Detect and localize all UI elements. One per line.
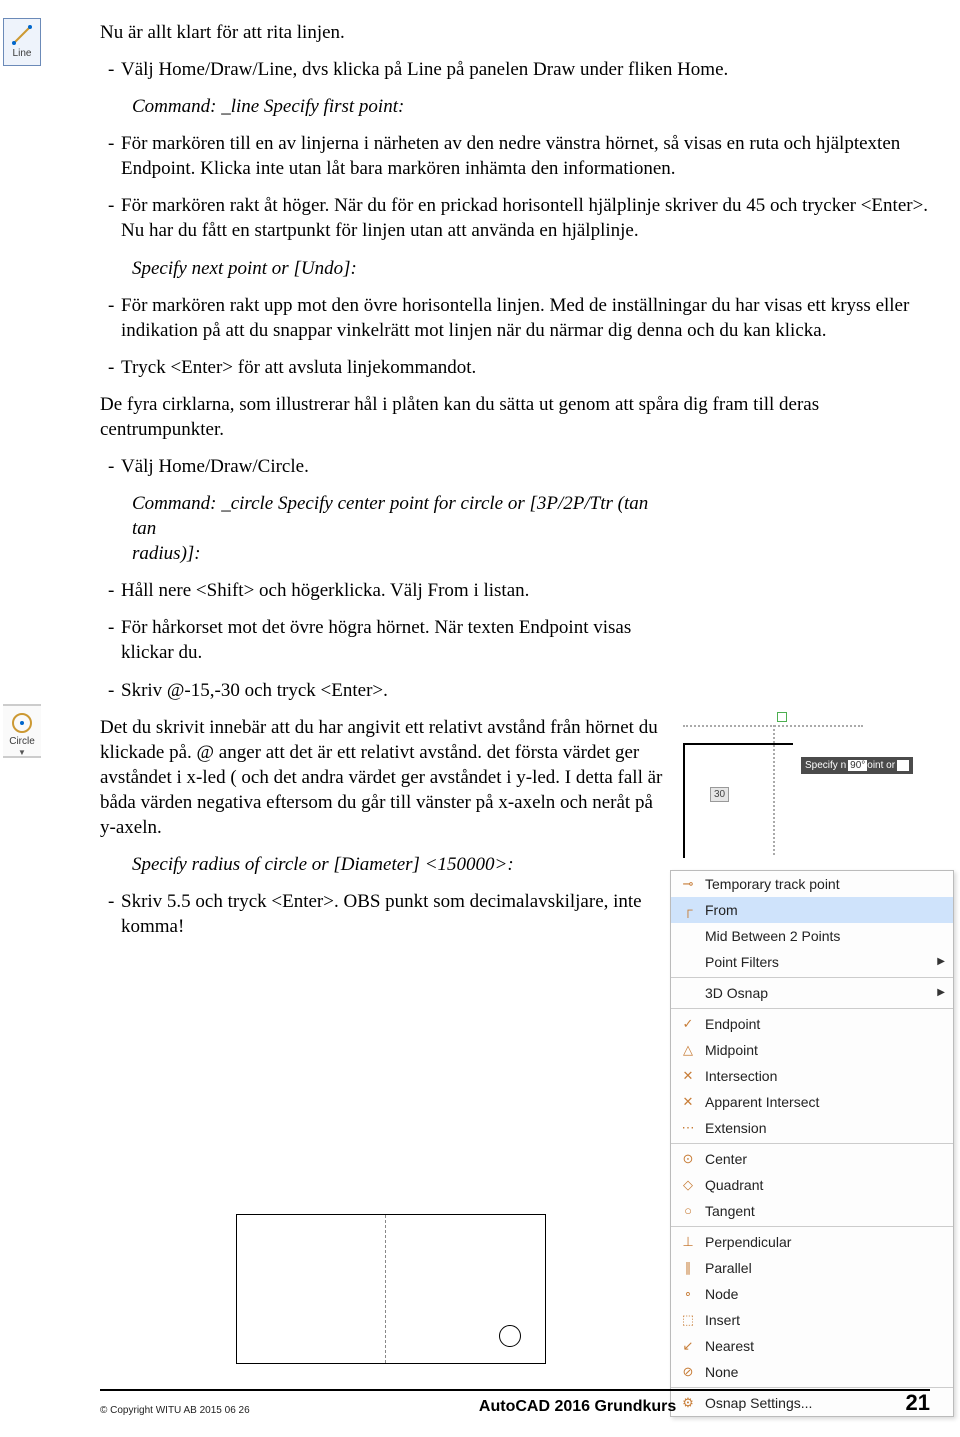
doc-title: AutoCAD 2016 Grundkurs [479,1396,676,1417]
menu-item-label: Apparent Intersect [699,1093,945,1111]
menu-item-extension[interactable]: ⋯Extension [671,1115,953,1141]
command-text: Specify next point or [Undo]: [100,256,930,281]
menu-item-nearest[interactable]: ↙Nearest [671,1333,953,1359]
body-text: Skriv @-15,-30 och tryck <Enter>. [100,678,670,703]
drawing-figure-bottom [236,1214,546,1364]
body-text: Det du skrivit innebär att du har angivi… [100,715,670,840]
circle-icon [10,711,34,735]
menu-item-label: 3D Osnap [699,984,937,1002]
body-text: Håll nere <Shift> och högerklicka. Välj … [100,578,670,603]
submenu-arrow-icon: ▶ [937,955,945,968]
menu-item-tangent[interactable]: ○Tangent [671,1198,953,1224]
snap-marker-icon [777,712,787,722]
body-text: För hårkorset mot det övre högra hörnet.… [100,615,670,665]
command-text: Command: _circle Specify center point fo… [100,491,670,541]
circle-tool-icon: Circle ▼ [3,704,41,758]
body-text: Tryck <Enter> för att avsluta linjekomma… [100,355,930,380]
body-text: För markören rakt upp mot den övre horis… [100,293,930,343]
line-tool-label: Line [4,47,40,60]
menu-item-intersection[interactable]: ✕Intersection [671,1063,953,1089]
menu-item-apparent-intersect[interactable]: ✕Apparent Intersect [671,1089,953,1115]
copyright-text: © Copyright WITU AB 2015 06 26 [100,1404,250,1417]
menu-item-from[interactable]: ┌From [671,897,953,923]
page-number: 21 [906,1388,930,1417]
line-icon [10,23,34,47]
menu-item-quadrant[interactable]: ◇Quadrant [671,1172,953,1198]
menu-item-label: Perpendicular [699,1233,945,1251]
body-text: Välj Home/Draw/Circle. [100,454,930,479]
menu-item-point-filters[interactable]: Point Filters▶ [671,949,953,975]
midpoint-icon: △ [677,1041,699,1058]
menu-item-mid-between-2-points[interactable]: Mid Between 2 Points [671,923,953,949]
temporary-track-point-icon: ⊸ [677,875,699,892]
osnap-context-menu[interactable]: ⊸Temporary track point┌FromMid Between 2… [670,870,954,1417]
nearest-icon: ↙ [677,1337,699,1354]
parallel-icon: ∥ [677,1259,699,1276]
menu-item-label: Extension [699,1119,945,1137]
menu-item-label: Temporary track point [699,875,945,893]
body-text: Nu är allt klart för att rita linjen. [100,20,930,45]
submenu-arrow-icon: ▶ [937,986,945,999]
menu-item-label: Intersection [699,1067,945,1085]
perpendicular-icon: ⊥ [677,1233,699,1250]
drawing-figure-top: 30 Specify n90°oint or [673,705,955,860]
menu-item-label: Endpoint [699,1015,945,1033]
command-text: Command: _line Specify first point: [100,94,930,119]
tangent-icon: ○ [677,1202,699,1219]
body-text: För markören till en av linjerna i närhe… [100,131,930,181]
circle-tool-label: Circle [3,735,41,748]
circle-shape [499,1325,521,1347]
menu-item-label: Node [699,1285,945,1303]
none-icon: ⊘ [677,1363,699,1380]
menu-item-label: Center [699,1150,945,1168]
menu-item-3d-osnap[interactable]: 3D Osnap▶ [671,980,953,1006]
menu-item-label: From [699,901,945,919]
intersection-icon: ✕ [677,1067,699,1084]
insert-icon: ⬚ [677,1311,699,1328]
quadrant-icon: ◇ [677,1176,699,1193]
command-text: radius)]: [100,541,670,566]
node-icon: ∘ [677,1285,699,1302]
dimension-label: 30 [710,787,729,802]
apparent-intersect-icon: ✕ [677,1093,699,1110]
center-icon: ⊙ [677,1150,699,1167]
menu-item-label: Mid Between 2 Points [699,927,945,945]
body-text: För markören rakt åt höger. När du för e… [100,193,930,243]
body-text: Välj Home/Draw/Line, dvs klicka på Line … [100,57,930,82]
menu-item-label: Tangent [699,1202,945,1220]
dropdown-arrow-icon: ▼ [3,748,41,759]
extension-icon: ⋯ [677,1119,699,1136]
menu-item-insert[interactable]: ⬚Insert [671,1307,953,1333]
menu-item-label: Midpoint [699,1041,945,1059]
menu-item-temporary-track-point[interactable]: ⊸Temporary track point [671,871,953,897]
menu-item-label: Insert [699,1311,945,1329]
body-text: Skriv 5.5 och tryck <Enter>. OBS punkt s… [100,889,670,939]
page-footer: © Copyright WITU AB 2015 06 26 AutoCAD 2… [100,1388,930,1417]
menu-item-endpoint[interactable]: ✓Endpoint [671,1011,953,1037]
menu-item-node[interactable]: ∘Node [671,1281,953,1307]
menu-item-parallel[interactable]: ∥Parallel [671,1255,953,1281]
menu-item-center[interactable]: ⊙Center [671,1146,953,1172]
menu-item-label: Nearest [699,1337,945,1355]
menu-item-label: Point Filters [699,953,937,971]
menu-item-label: Quadrant [699,1176,945,1194]
menu-item-label: Parallel [699,1259,945,1277]
body-text: De fyra cirklarna, som illustrerar hål i… [100,392,930,442]
menu-item-midpoint[interactable]: △Midpoint [671,1037,953,1063]
menu-item-label: None [699,1363,945,1381]
endpoint-icon: ✓ [677,1015,699,1032]
from-icon: ┌ [677,901,699,918]
coordinate-tooltip: Specify n90°oint or [801,757,913,774]
command-text: Specify radius of circle or [Diameter] <… [100,852,670,877]
menu-item-perpendicular[interactable]: ⊥Perpendicular [671,1229,953,1255]
menu-item-none[interactable]: ⊘None [671,1359,953,1385]
line-tool-icon: Line [3,18,41,66]
